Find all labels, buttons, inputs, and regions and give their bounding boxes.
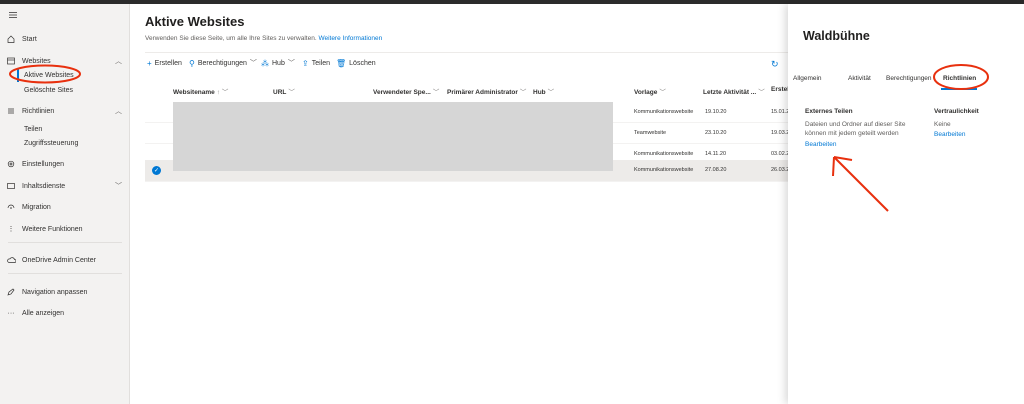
divider [8, 242, 122, 243]
refresh-icon[interactable]: ↻ [771, 59, 779, 70]
more-features-icon: ⋮ [7, 226, 15, 233]
content-services-icon [0, 182, 22, 190]
chevron-up-icon[interactable]: ︿ [115, 106, 122, 116]
sidebar-item-label: Einstellungen [22, 160, 65, 168]
redacted-area [173, 102, 613, 171]
sidebar-item-show-all[interactable]: ··· Alle anzeigen [0, 303, 130, 323]
chevron-down-icon: ﹀ [758, 89, 765, 96]
active-indicator [17, 68, 19, 82]
onedrive-icon [0, 257, 22, 263]
column-header-last-activity[interactable]: Letzte Aktivität ... ﹀ [703, 86, 765, 96]
tab-activity[interactable]: Aktivität [848, 75, 871, 82]
more-info-link[interactable]: Weitere Informationen [318, 35, 382, 42]
sidebar-item-label: Navigation anpassen [22, 288, 88, 296]
sidebar-item-label: OneDrive Admin Center [22, 256, 96, 264]
gear-icon [0, 160, 22, 168]
edit-icon [0, 288, 22, 296]
sidebar-item-label: Weitere Funktionen [22, 225, 83, 233]
sidebar-item-label: Alle anzeigen [22, 309, 65, 317]
sidebar-item-policies[interactable]: Richtlinien ︿ [0, 101, 130, 121]
tab-policies[interactable]: Richtlinien [943, 75, 976, 82]
sidebar-item-sharing[interactable]: Teilen [24, 122, 42, 136]
external-sharing-edit-link[interactable]: Bearbeiten [805, 141, 836, 148]
column-header-hub[interactable]: Hub ﹀ [533, 86, 554, 96]
permissions-button[interactable]: ⚲ Berechtigungen ﹀ [189, 57, 257, 69]
hub-button[interactable]: ⁂ Hub ﹀ [261, 57, 295, 69]
column-header-storage[interactable]: Verwendeter Spe... ﹀ [373, 86, 439, 96]
more-icon: ··· [7, 309, 15, 317]
share-icon: ⇪ [302, 58, 309, 68]
column-header-admin[interactable]: Primärer Administrator ﹀ [447, 86, 526, 96]
column-header-sitename[interactable]: Websitename ↑ ﹀ [173, 86, 228, 96]
sidebar-item-more-features[interactable]: ⋮ Weitere Funktionen [0, 219, 130, 239]
sidebar-item-active-websites[interactable]: Aktive Websites [24, 68, 74, 82]
sidebar-item-content-services[interactable]: Inhaltsdienste ﹀ [0, 176, 130, 196]
site-detail-panel: Waldbühne Allgemein Aktivität Berechtigu… [788, 4, 1024, 404]
sidebar-item-deleted-sites[interactable]: Gelöschte Sites [24, 83, 73, 97]
sidebar-item-label: Migration [22, 203, 51, 211]
chevron-down-icon: ﹀ [249, 60, 257, 67]
divider [145, 52, 791, 53]
main-content: Aktive Websites Verwenden Sie diese Seit… [131, 4, 791, 404]
sidebar: Start Websites ︿ Aktive Websites Gelösch… [0, 4, 130, 404]
trash-icon: 🗑 [336, 58, 347, 68]
column-header-template[interactable]: Vorlage ﹀ [634, 86, 666, 96]
chevron-down-icon: ﹀ [432, 89, 440, 96]
delete-button[interactable]: 🗑 Löschen [336, 57, 376, 69]
page-description: Verwenden Sie diese Seite, um alle Ihre … [145, 35, 383, 42]
migration-icon [0, 203, 22, 211]
chevron-down-icon[interactable]: ﹀ [115, 181, 122, 191]
divider [8, 273, 122, 274]
column-header-url[interactable]: URL ﹀ [273, 86, 295, 96]
chevron-down-icon: ﹀ [547, 89, 555, 96]
page-title: Aktive Websites [145, 14, 245, 29]
sensitivity-edit-link[interactable]: Bearbeiten [934, 131, 965, 138]
sidebar-item-label: Start [22, 35, 37, 43]
external-sharing-heading: Externes Teilen [805, 108, 853, 115]
chevron-down-icon: ﹀ [659, 89, 666, 96]
panel-title: Waldbühne [803, 29, 870, 43]
hub-icon: ⁂ [261, 58, 269, 68]
chevron-up-icon[interactable]: ︿ [115, 56, 122, 66]
person-key-icon: ⚲ [189, 58, 195, 68]
policies-icon [0, 107, 22, 115]
websites-icon [0, 57, 22, 65]
sidebar-item-customize-nav[interactable]: Navigation anpassen [0, 282, 130, 302]
column-header-created[interactable]: Erstel [771, 86, 789, 93]
chevron-down-icon: ﹀ [287, 60, 295, 67]
tab-permissions[interactable]: Berechtigungen [886, 75, 932, 82]
sidebar-item-settings[interactable]: Einstellungen [0, 154, 130, 174]
chevron-down-icon: ﹀ [288, 89, 295, 96]
active-tab-indicator [941, 88, 977, 90]
sidebar-item-label: Websites [22, 57, 51, 65]
create-button[interactable]: + Erstellen [147, 57, 182, 69]
chevron-down-icon: ﹀ [519, 89, 527, 96]
home-icon [0, 35, 22, 43]
sensitivity-heading: Vertraulichkeit [934, 108, 979, 115]
sidebar-item-onedrive[interactable]: OneDrive Admin Center [0, 250, 130, 270]
hamburger-icon[interactable] [9, 12, 17, 18]
sidebar-item-start[interactable]: Start [0, 29, 130, 49]
plus-icon: + [147, 58, 152, 68]
sort-asc-icon: ↑ ﹀ [216, 89, 229, 96]
tab-general[interactable]: Allgemein [793, 75, 822, 82]
share-button[interactable]: ⇪ Teilen [302, 57, 330, 69]
checkmark-icon[interactable]: ✓ [152, 166, 161, 175]
sensitivity-value: Keine [934, 121, 951, 128]
sidebar-item-access-control[interactable]: Zugriffssteuerung [24, 136, 78, 150]
sidebar-item-label: Richtlinien [22, 107, 55, 115]
external-sharing-text: Dateien und Ordner auf dieser Site könne… [805, 121, 906, 137]
sidebar-item-migration[interactable]: Migration [0, 197, 130, 217]
sidebar-item-label: Inhaltsdienste [22, 182, 66, 190]
